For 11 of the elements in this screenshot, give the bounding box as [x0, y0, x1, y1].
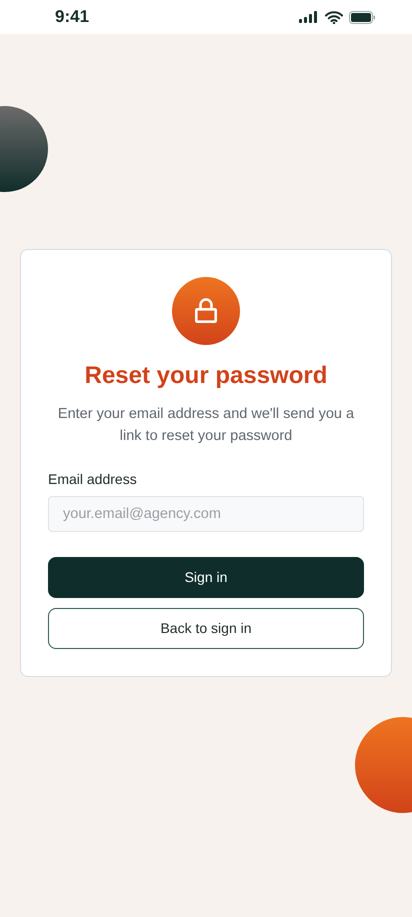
sign-in-button[interactable]: Sign in — [48, 557, 364, 598]
status-time: 9:41 — [55, 6, 90, 28]
email-field[interactable]: your.email@agency.com — [48, 496, 364, 532]
card-title: Reset your password — [84, 361, 328, 391]
lock-icon — [194, 298, 218, 324]
field-label: Email address — [48, 470, 137, 489]
battery-icon — [349, 10, 376, 24]
card-description: Enter your email address and we'll send you a link to reset your password — [56, 405, 356, 446]
wifi-icon — [325, 10, 343, 24]
signal-icon — [299, 11, 319, 23]
back-button[interactable]: Back to sign in — [48, 608, 364, 649]
